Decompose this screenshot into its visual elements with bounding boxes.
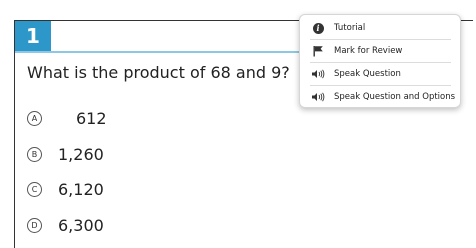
option-letter-d: D <box>27 217 42 233</box>
menu-item-label: Mark for Review <box>334 46 403 56</box>
option-value-c: 6,120 <box>58 179 104 199</box>
option-value-d: 6,300 <box>58 215 104 235</box>
question-header-underline <box>15 51 305 53</box>
option-value-a: 612 <box>76 108 107 128</box>
menu-item-label: Tutorial <box>334 23 366 33</box>
question-stem: What is the product of 68 and 9? <box>27 63 289 82</box>
menu-item-speak-question[interactable]: Speak Question <box>300 63 462 85</box>
info-icon: i <box>310 22 326 34</box>
answer-option-b[interactable]: B 1,260 <box>27 142 104 166</box>
question-context-menu: i Tutorial Mark for Review Speak Questio… <box>299 14 461 108</box>
option-letter-b: B <box>27 146 42 162</box>
question-number-badge: 1 <box>15 21 51 51</box>
option-value-b: 1,260 <box>58 144 104 164</box>
answer-option-c[interactable]: C 6,120 <box>27 177 104 201</box>
menu-item-label: Speak Question <box>334 69 401 79</box>
menu-item-mark-for-review[interactable]: Mark for Review <box>300 40 462 62</box>
option-letter-a: A <box>27 110 42 126</box>
speaker-icon <box>310 69 326 79</box>
answer-option-a[interactable]: A 612 <box>27 106 107 130</box>
speaker-icon <box>310 92 326 102</box>
menu-item-speak-question-and-options[interactable]: Speak Question and Options <box>300 86 462 108</box>
answer-option-d[interactable]: D 6,300 <box>27 213 104 237</box>
menu-item-label: Speak Question and Options <box>334 92 456 102</box>
flag-icon <box>310 45 326 57</box>
option-letter-c: C <box>27 181 42 197</box>
menu-item-tutorial[interactable]: i Tutorial <box>300 17 462 39</box>
